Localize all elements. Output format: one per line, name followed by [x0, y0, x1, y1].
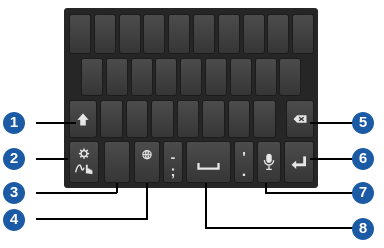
- backspace-icon: [293, 115, 307, 123]
- letter-key[interactable]: [227, 100, 250, 138]
- enter-icon: [291, 156, 306, 169]
- shift-key[interactable]: [69, 100, 97, 138]
- leader-line-3-vert: [116, 183, 118, 193]
- voice-input-key[interactable]: [257, 141, 281, 183]
- leader-line-4: [36, 218, 148, 220]
- callout-2: 2: [3, 148, 25, 170]
- language-key[interactable]: [134, 141, 160, 183]
- leader-line-7: [265, 192, 354, 194]
- letter-key[interactable]: [242, 14, 265, 54]
- figure: - ; ' . 1 2 3 4 5 6 7 8: [0, 0, 384, 248]
- letter-key[interactable]: [105, 58, 128, 96]
- letter-key[interactable]: [254, 58, 277, 96]
- leader-line-6: [310, 158, 354, 160]
- space-icon: [197, 162, 220, 170]
- callout-6: 6: [352, 148, 374, 170]
- settings-handwriting-key[interactable]: [69, 141, 99, 183]
- letter-key[interactable]: [253, 100, 276, 138]
- callout-4: 4: [3, 209, 25, 231]
- leader-line-3: [36, 192, 117, 194]
- leader-line-5: [310, 122, 354, 124]
- blank-key[interactable]: [104, 141, 130, 183]
- letter-key[interactable]: [143, 14, 166, 54]
- letter-key[interactable]: [180, 58, 203, 96]
- letter-key[interactable]: [217, 14, 240, 54]
- punctuation-semicolon: ;: [170, 163, 176, 180]
- letter-key[interactable]: [193, 14, 215, 54]
- globe-icon: [142, 149, 152, 160]
- callout-5: 5: [352, 112, 374, 134]
- enter-key[interactable]: [284, 141, 314, 183]
- punctuation-period: .: [241, 163, 247, 180]
- letter-key[interactable]: [279, 58, 302, 96]
- keyboard: - ; ' .: [64, 8, 318, 188]
- settings-handwriting-icon: [74, 148, 93, 175]
- letter-key[interactable]: [125, 100, 148, 138]
- letter-key[interactable]: [118, 14, 141, 54]
- letter-key[interactable]: [176, 100, 199, 138]
- leader-line-8-vert: [205, 183, 207, 228]
- punctuation-key-2[interactable]: ' .: [234, 141, 254, 183]
- callout-7: 7: [352, 182, 374, 204]
- punctuation-key[interactable]: - ;: [163, 141, 183, 183]
- letter-key[interactable]: [205, 58, 227, 96]
- letter-key[interactable]: [100, 100, 123, 138]
- letter-key[interactable]: [151, 100, 174, 138]
- punctuation-hyphen: -: [170, 149, 176, 165]
- callout-1: 1: [3, 112, 25, 134]
- backspace-key[interactable]: [286, 100, 314, 138]
- microphone-icon: [263, 153, 275, 170]
- letter-key[interactable]: [81, 58, 103, 96]
- shift-icon: [77, 113, 89, 126]
- space-key[interactable]: [186, 141, 231, 183]
- letter-key[interactable]: [267, 14, 290, 54]
- leader-line-8: [205, 227, 354, 229]
- leader-line-7-vert: [265, 183, 267, 193]
- leader-line-4-vert: [146, 183, 148, 219]
- letter-key[interactable]: [93, 14, 116, 54]
- letter-key[interactable]: [130, 58, 153, 96]
- leader-line-2: [36, 158, 68, 160]
- callout-8: 8: [352, 218, 374, 240]
- letter-key[interactable]: [229, 58, 252, 96]
- letter-key[interactable]: [168, 14, 191, 54]
- letter-key[interactable]: [69, 14, 91, 54]
- letter-key[interactable]: [202, 100, 225, 138]
- letter-key[interactable]: [155, 58, 178, 96]
- leader-line-1: [36, 122, 76, 124]
- callout-3: 3: [3, 182, 25, 204]
- letter-key[interactable]: [292, 14, 315, 54]
